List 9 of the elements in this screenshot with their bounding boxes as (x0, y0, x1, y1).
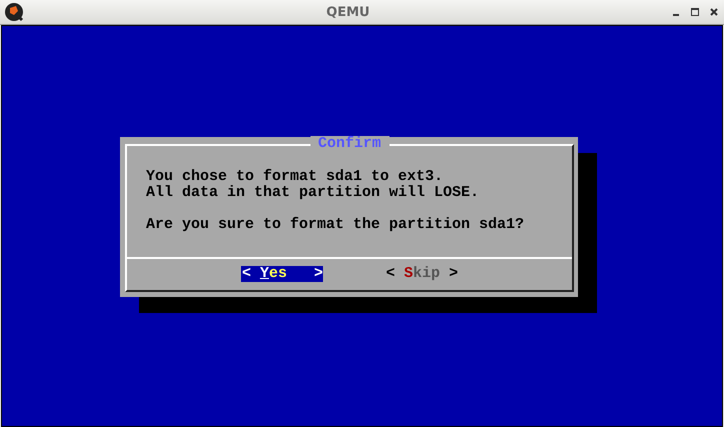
app-icon (4, 2, 24, 22)
dialog-button[interactable]: < Yes > (240, 266, 323, 282)
message-text: Are you sure to format the partition sda1? (146, 217, 526, 233)
maximize-icon[interactable] (691, 8, 699, 16)
message-text: All data in that partition will LOSE. (146, 185, 480, 201)
message-text: You chose to format sda1 to ext3. (146, 169, 444, 185)
window-title: QEMU (325, 4, 371, 20)
close-icon[interactable] (710, 8, 718, 16)
dialog-button[interactable]: < Skip > (385, 266, 458, 282)
